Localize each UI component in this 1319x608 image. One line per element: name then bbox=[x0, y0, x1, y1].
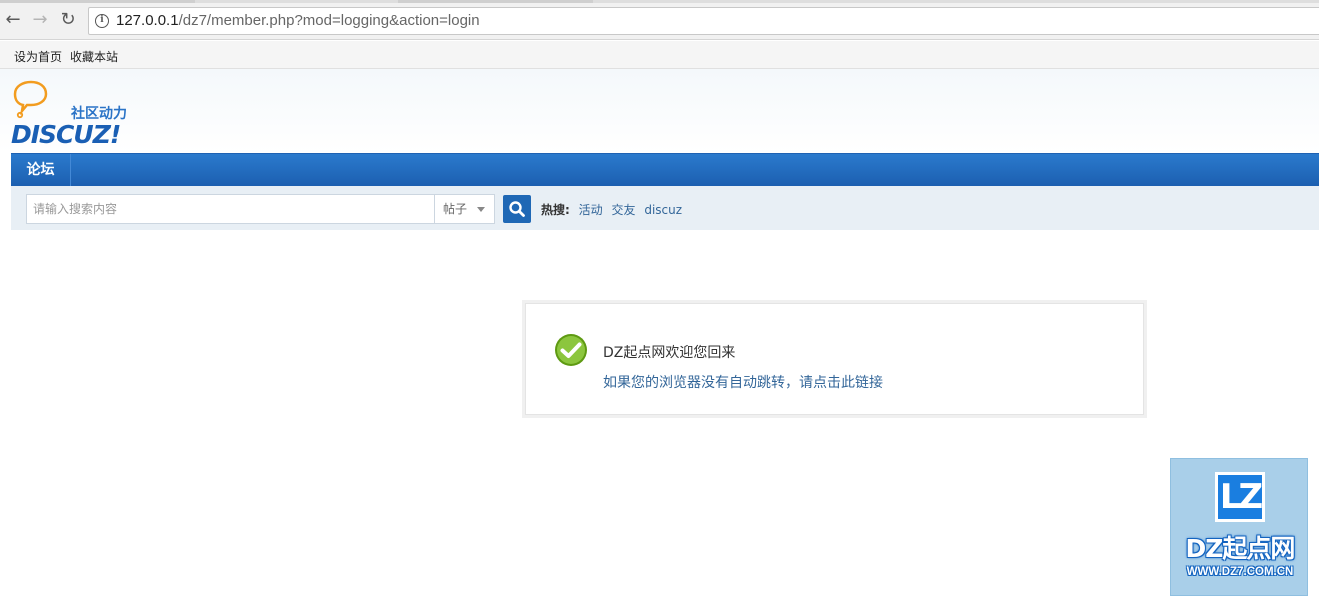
url-path: /dz7/member.php?mod=logging&action=login bbox=[178, 12, 480, 29]
main-nav: 论坛 bbox=[11, 153, 1319, 186]
nav-tab-forum[interactable]: 论坛 bbox=[11, 154, 71, 186]
login-message-box: DZ起点网欢迎您回来 如果您的浏览器没有自动跳转，请点击此链接 bbox=[522, 300, 1147, 418]
hot-search-term[interactable]: discuz bbox=[644, 203, 682, 217]
search-input[interactable]: 请输入搜索内容 bbox=[26, 194, 435, 224]
bookmark-favorite[interactable]: 收藏本站 bbox=[70, 48, 118, 65]
discuz-logo[interactable]: 社区动力 DISCUZ! bbox=[11, 80, 141, 149]
caret-down-icon bbox=[477, 207, 485, 212]
forward-arrow-icon[interactable]: → bbox=[29, 9, 51, 31]
hot-search: 热搜: 活动 交友 discuz bbox=[541, 201, 682, 218]
bookmark-set-home[interactable]: 设为首页 bbox=[14, 48, 62, 65]
hot-search-term[interactable]: 活动 bbox=[579, 203, 603, 217]
check-success-icon bbox=[555, 334, 587, 366]
tab-edge[interactable] bbox=[398, 0, 593, 3]
hot-search-label: 热搜: bbox=[541, 203, 570, 217]
browser-toolbar: ← → ↻ i 127.0.0.1/dz7/member.php?mod=log… bbox=[0, 0, 1319, 40]
search-type-select[interactable]: 帖子 bbox=[434, 194, 495, 224]
search-type-value: 帖子 bbox=[443, 202, 468, 216]
logo-brand: DISCUZ! bbox=[11, 120, 120, 146]
site-header bbox=[0, 69, 1319, 153]
reload-icon[interactable]: ↻ bbox=[57, 9, 79, 31]
back-arrow-icon[interactable]: ← bbox=[2, 9, 24, 31]
badge-brand: DZ起点网 bbox=[1185, 534, 1296, 563]
search-icon bbox=[509, 201, 525, 217]
lz-logo-icon: LZ bbox=[1215, 472, 1265, 522]
message-title: DZ起点网欢迎您回来 bbox=[603, 345, 736, 361]
info-icon[interactable]: i bbox=[95, 14, 109, 28]
hot-search-term[interactable]: 交友 bbox=[611, 203, 635, 217]
search-bar: 请输入搜索内容 帖子 热搜: 活动 交友 discuz bbox=[11, 186, 1319, 230]
badge-site: WWW.DZ7.COM.CN bbox=[1186, 566, 1294, 578]
discuz-logo-icon: 社区动力 DISCUZ! bbox=[11, 80, 127, 149]
bookmarks-bar: 设为首页 收藏本站 bbox=[0, 41, 1319, 69]
search-button[interactable] bbox=[503, 195, 531, 223]
url-host: 127.0.0.1 bbox=[116, 12, 179, 29]
tab-strip bbox=[0, 0, 1319, 3]
address-bar[interactable]: i 127.0.0.1/dz7/member.php?mod=logging&a… bbox=[88, 7, 1319, 35]
dz7-watermark-badge: LZ DZ起点网 WWW.DZ7.COM.CN bbox=[1170, 458, 1308, 596]
lz-mark: LZ bbox=[1219, 477, 1263, 517]
tab-edge[interactable] bbox=[0, 0, 195, 3]
redirect-link[interactable]: 如果您的浏览器没有自动跳转，请点击此链接 bbox=[603, 372, 883, 392]
address-url[interactable]: 127.0.0.1/dz7/member.php?mod=logging&act… bbox=[116, 12, 480, 29]
